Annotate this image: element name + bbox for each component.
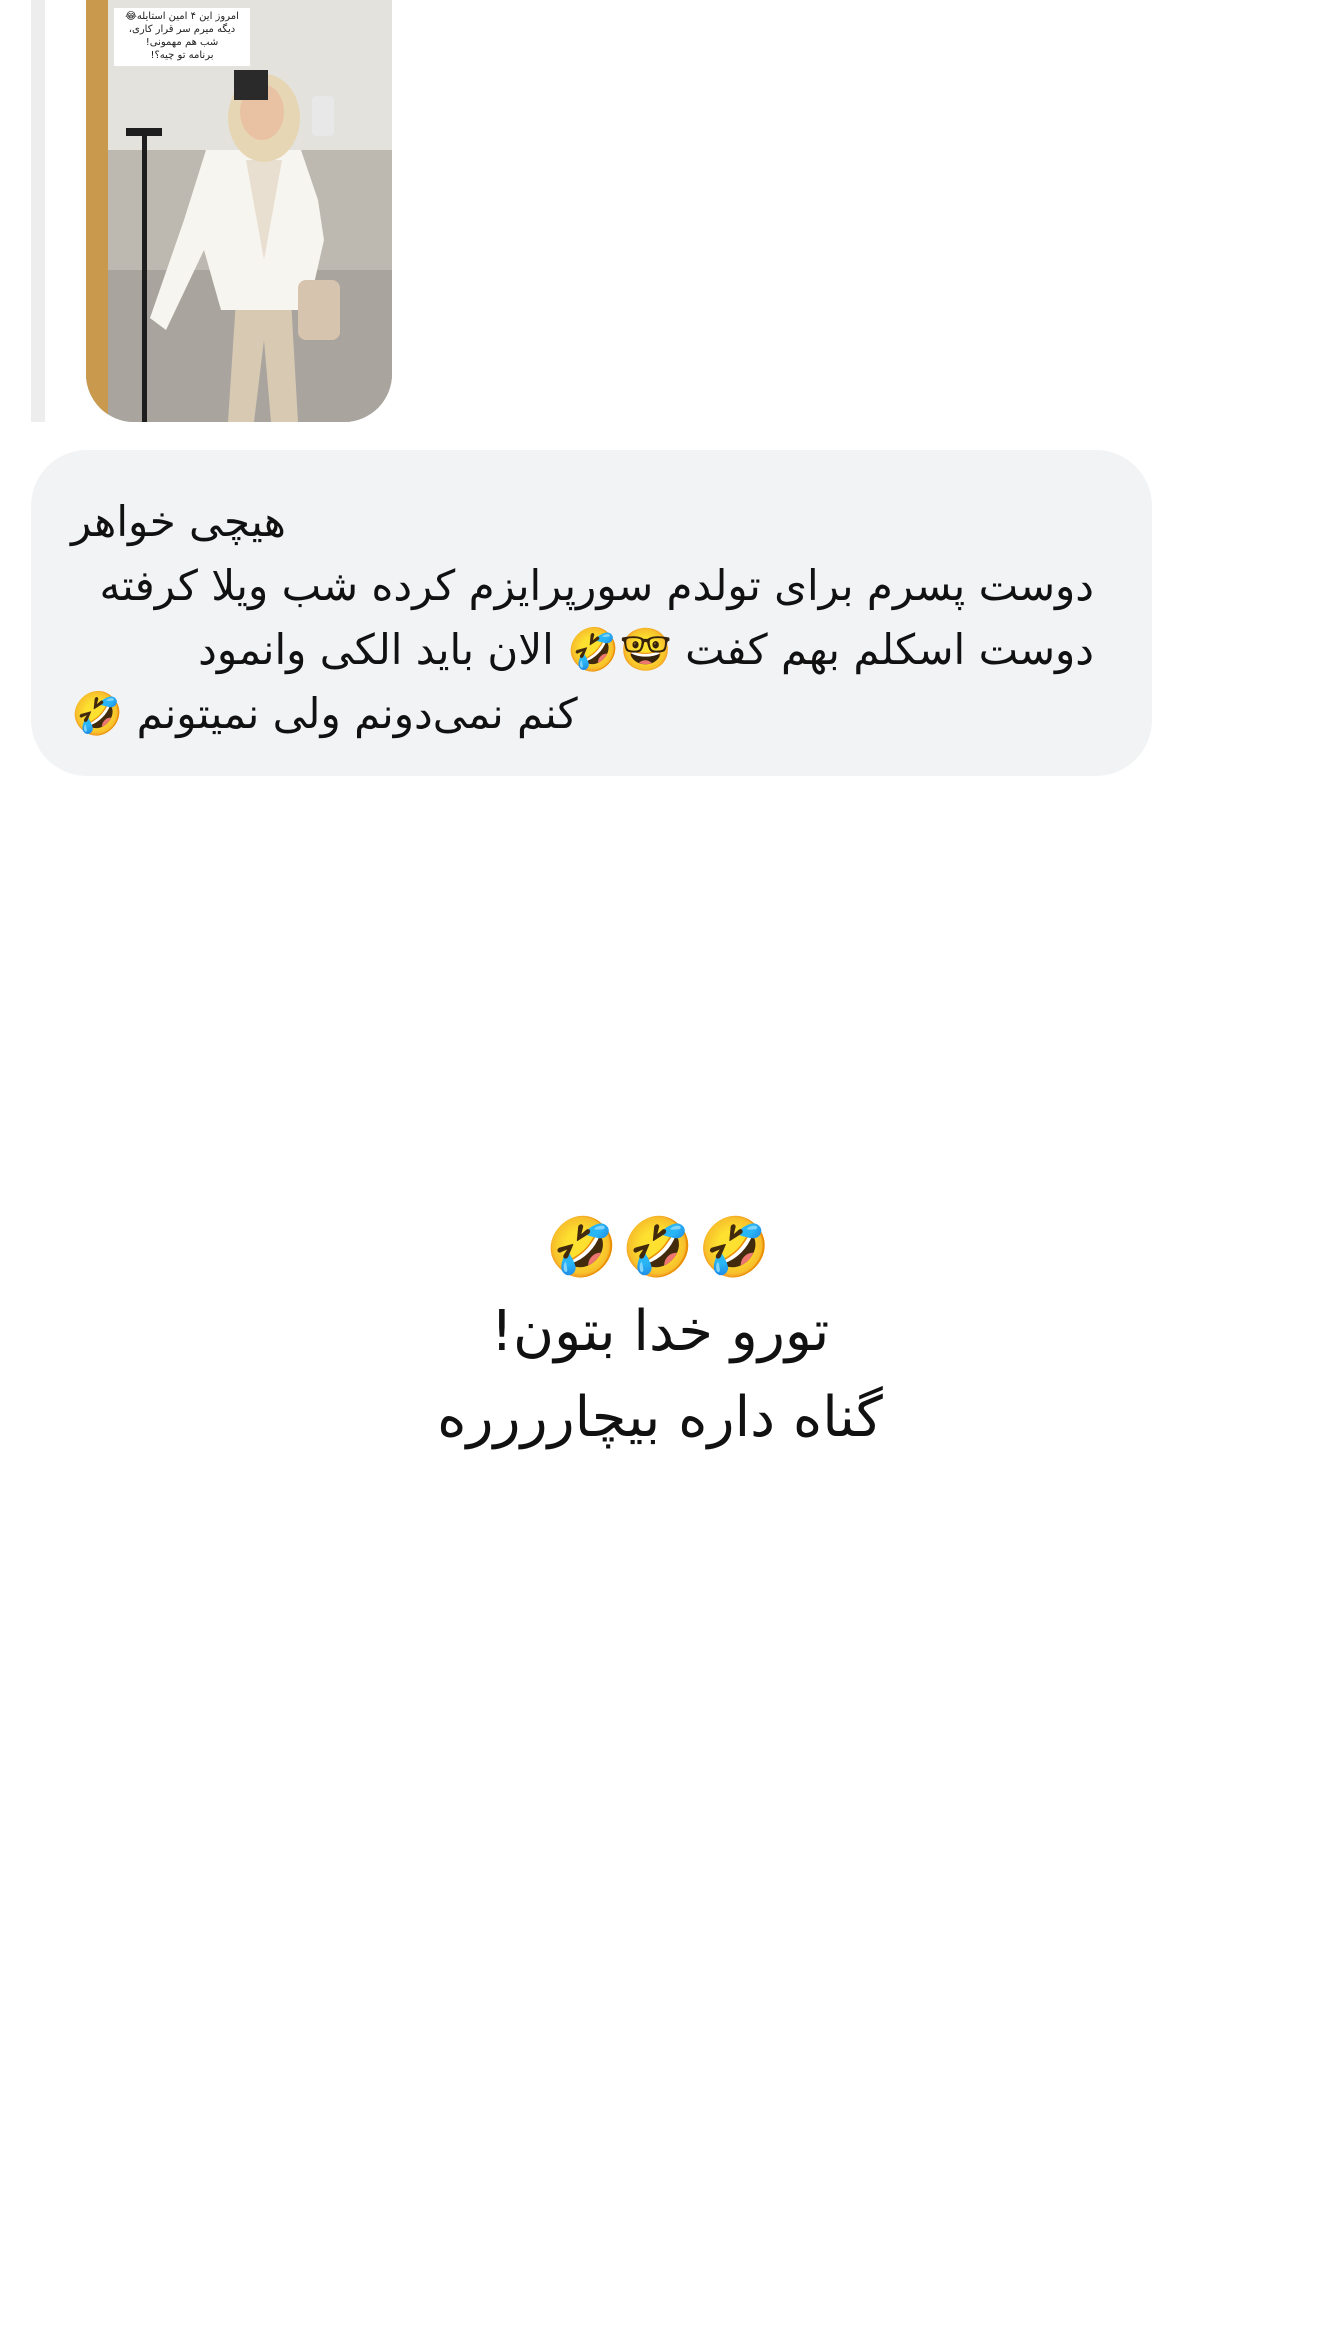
laughing-emoji-row: 🤣🤣🤣 xyxy=(545,1213,775,1281)
reply-quote-bar xyxy=(31,0,45,422)
sent-message[interactable]: 🤣🤣🤣 تورو خدا بتون! گناه داره بیچارررره xyxy=(0,1205,1320,1461)
story-caption-line: امروز این ۴ امین استایله😂 xyxy=(125,11,239,22)
message-line: گناه داره بیچارررره xyxy=(437,1385,883,1450)
message-line: تورو خدا بتون! xyxy=(490,1299,830,1364)
message-line: دوست اسکلم بهم کفت 🤓🤣 الان باید الکی وان… xyxy=(198,625,1094,674)
story-caption-line: شب هم مهمونی! xyxy=(145,37,219,48)
story-preview-thumbnail[interactable]: امروز این ۴ امین استایله😂 دیگه میرم سر ق… xyxy=(86,0,392,422)
story-caption: امروز این ۴ امین استایله😂 دیگه میرم سر ق… xyxy=(114,8,250,66)
story-caption-line: برنامه تو چیه؟! xyxy=(150,50,214,61)
message-line: کنم نمی‌دونم ولی نمیتونم 🤣 xyxy=(71,689,578,738)
message-line: هیچی خواهر xyxy=(71,497,286,546)
message-line: دوست پسرم برای تولدم سورپرایزم کرده شب و… xyxy=(99,561,1094,610)
received-message-bubble[interactable]: هیچی خواهر دوست پسرم برای تولدم سورپرایز… xyxy=(31,450,1152,776)
story-caption-line: دیگه میرم سر قرار کاری، xyxy=(128,24,236,35)
